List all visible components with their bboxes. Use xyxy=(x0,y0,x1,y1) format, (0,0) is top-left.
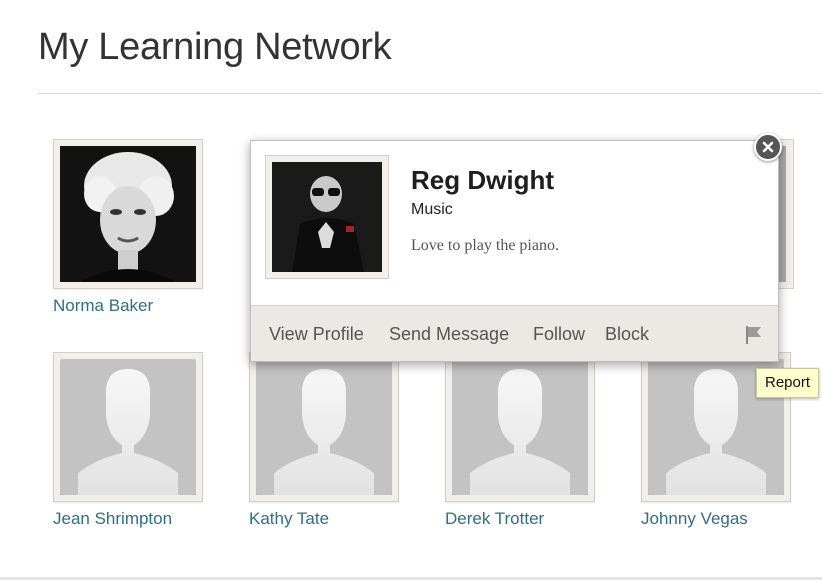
silhouette-icon xyxy=(256,359,392,495)
portrait-photo xyxy=(272,162,382,272)
block-link[interactable]: Block xyxy=(605,324,649,345)
title-divider xyxy=(38,93,822,94)
network-card[interactable]: Norma Baker xyxy=(53,139,203,316)
network-member-name[interactable]: Norma Baker xyxy=(53,296,203,316)
popup-avatar xyxy=(265,155,389,279)
network-card[interactable]: Kathy Tate xyxy=(249,352,399,529)
avatar[interactable] xyxy=(53,139,203,289)
avatar[interactable] xyxy=(445,352,595,502)
popup-user-bio: Love to play the piano. xyxy=(411,237,559,254)
network-card[interactable]: Jean Shrimpton xyxy=(53,352,203,529)
follow-link[interactable]: Follow xyxy=(533,324,585,345)
send-message-link[interactable]: Send Message xyxy=(389,324,509,345)
page-title: My Learning Network xyxy=(38,26,392,68)
network-member-name[interactable]: Johnny Vegas xyxy=(641,509,791,529)
network-card[interactable]: Derek Trotter xyxy=(445,352,595,529)
profile-popup: Reg Dwight Music Love to play the piano.… xyxy=(250,140,779,362)
avatar[interactable] xyxy=(53,352,203,502)
popup-user-subject: Music xyxy=(411,201,453,218)
portrait-photo xyxy=(60,146,196,282)
flag-icon[interactable] xyxy=(744,324,764,351)
popup-user-name: Reg Dwight xyxy=(411,165,554,195)
network-member-name[interactable]: Derek Trotter xyxy=(445,509,595,529)
view-profile-link[interactable]: View Profile xyxy=(269,324,364,345)
popup-action-bar: View Profile Send Message Follow Block xyxy=(251,305,778,361)
silhouette-icon xyxy=(60,359,196,495)
network-member-name[interactable]: Kathy Tate xyxy=(249,509,399,529)
avatar[interactable] xyxy=(249,352,399,502)
network-member-name[interactable]: Jean Shrimpton xyxy=(53,509,203,529)
close-icon[interactable] xyxy=(754,133,782,161)
report-tooltip: Report xyxy=(756,368,820,398)
silhouette-icon xyxy=(452,359,588,495)
